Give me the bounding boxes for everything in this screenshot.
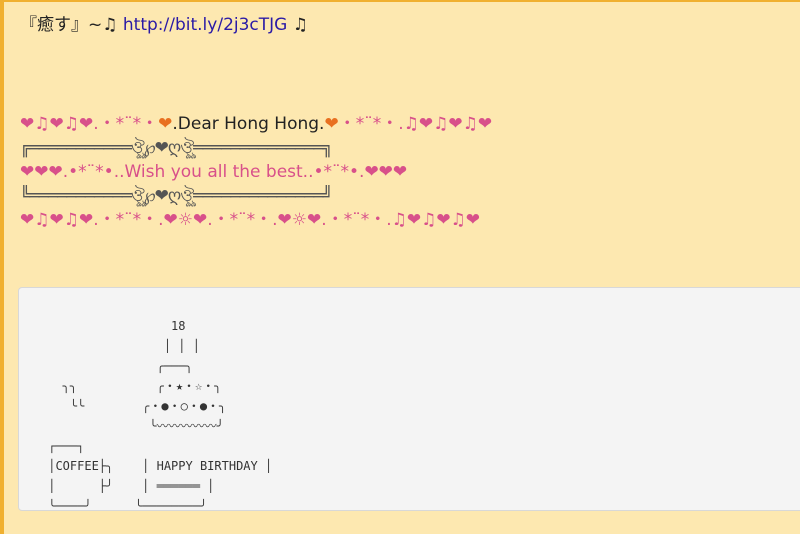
- post-link[interactable]: http://bit.ly/2j3cTJG: [123, 15, 287, 35]
- post-title: 『癒す』~♫ http://bit.ly/2j3cTJG ♫: [20, 10, 790, 40]
- dear-text: .Dear Hong Hong.: [172, 114, 325, 134]
- frame-bottom: ╚═══════════ঔৣ℘❤ღঔৣ══════════════╝: [20, 186, 333, 206]
- birthday-ascii-art: 18 │ │ │ ╭───╮ ╮╮ ╭・★・☆・╮ ╰╰ ╭・●・○・●・╮ ╰…: [48, 319, 273, 513]
- left-border: [0, 0, 4, 534]
- title-suffix: ♫: [287, 15, 308, 35]
- deco-line-5: ❤♫❤♫❤.・*¨*・.❤☼❤.・*¨*・.❤☼❤.・*¨*・.♫❤♫❤♫❤: [20, 210, 481, 230]
- orange-heart-icon: ❤: [158, 114, 173, 134]
- deco-hearts-right: ・*¨*・.♫❤♫❤♫❤: [338, 114, 493, 134]
- deco-hearts-left: ❤♫❤♫❤.・*¨*・: [20, 114, 159, 134]
- decoration-block: ❤♫❤♫❤.・*¨*・❤.Dear Hong Hong.❤・*¨*・.♫❤♫❤♫…: [20, 112, 492, 232]
- deco-line-1: ❤♫❤♫❤.・*¨*・❤.Dear Hong Hong.❤・*¨*・.♫❤♫❤♫…: [20, 112, 492, 136]
- orange-heart-icon: ❤: [324, 114, 339, 134]
- frame-top: ╔═══════════ঔৣ℘❤ღঔৣ══════════════╗: [20, 138, 333, 158]
- post-header: 『癒す』~♫ http://bit.ly/2j3cTJG ♫: [20, 10, 790, 40]
- title-text: 『癒す』~♫: [20, 15, 123, 35]
- wish-line: ❤❤❤.•*¨*•..Wish you all the best..•*¨*•.…: [20, 162, 408, 182]
- ascii-art-box: 18 │ │ │ ╭───╮ ╮╮ ╭・★・☆・╮ ╰╰ ╭・●・○・●・╮ ╰…: [18, 287, 800, 513]
- top-border: [0, 0, 800, 2]
